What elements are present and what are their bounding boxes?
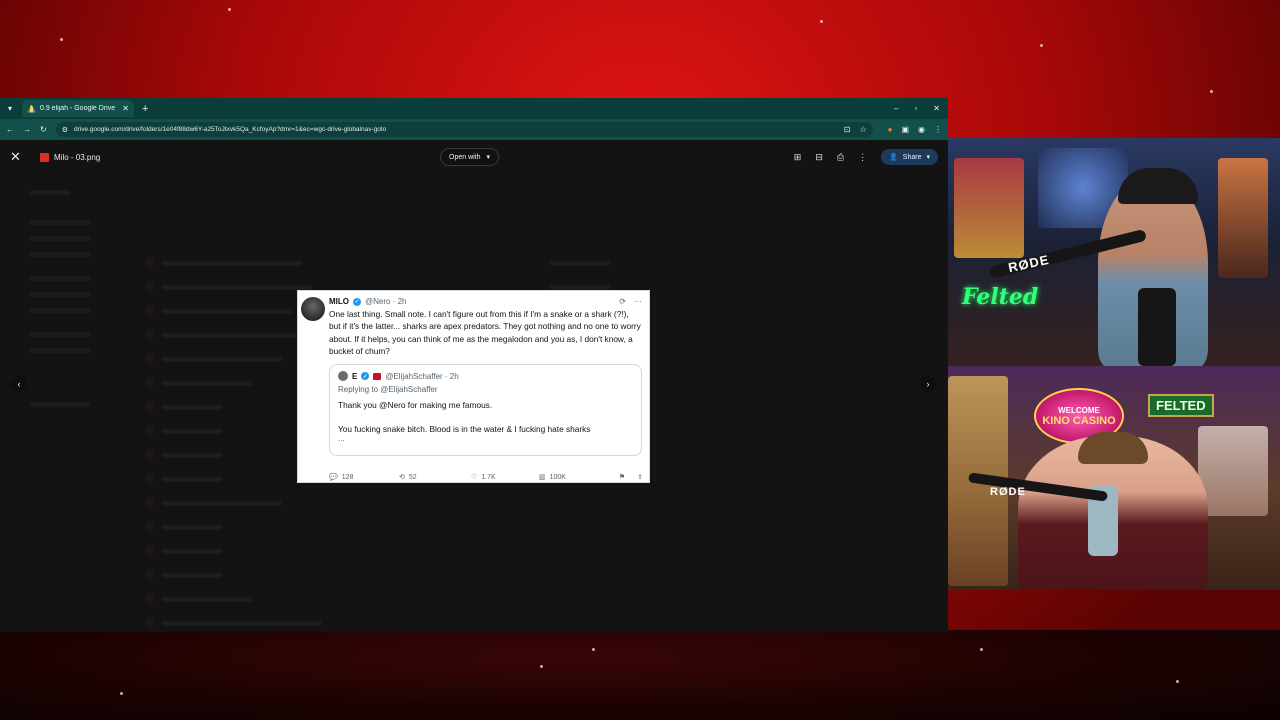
tweet-author-name: MILO — [329, 297, 349, 306]
share-people-icon: 👤 — [889, 154, 898, 161]
tweet-author-handle: @Nero · 2h — [365, 297, 407, 306]
sparkle — [540, 665, 543, 668]
site-info-icon[interactable]: ⚙ — [62, 126, 68, 134]
reply-icon: 💬 — [329, 474, 338, 481]
bookmark-star-icon[interactable]: ☆ — [859, 125, 866, 134]
grok-icon: ⟳ — [619, 297, 626, 306]
address-bar-row: ← → ↻ ⚙ drive.google.com/drive/folders/1… — [0, 119, 948, 140]
verified-badge-icon: ✓ — [361, 372, 370, 381]
felted-sign: FELTED — [1148, 394, 1214, 417]
tab-title: 0.9 elijah - Google Drive — [40, 105, 116, 112]
flag-icon — [373, 372, 382, 380]
reply-count: 128 — [341, 473, 354, 481]
add-comment-icon[interactable]: ⊟ — [815, 152, 823, 163]
quoted-text-line-2: You fucking snake bitch. Blood is in the… — [338, 424, 591, 435]
bookmark-icon: ⚑ — [618, 474, 626, 481]
repost-icon: ⟲ — [399, 474, 405, 481]
neon-felted-sign: Felted — [962, 284, 1039, 310]
open-with-label: Open with — [449, 153, 481, 161]
tab-strip: ▾ 0.9 elijah - Google Drive ✕ + – ▫ ✕ — [0, 98, 948, 119]
quoted-author-handle: @ElijahSchaffer · 2h — [385, 371, 459, 381]
share-icon: ⇪ — [637, 474, 643, 481]
share-dropdown-icon[interactable]: ▾ — [926, 153, 930, 161]
share-button[interactable]: 👤 Share ▾ — [881, 149, 938, 165]
mic-brand-label: RØDE — [990, 486, 1026, 498]
viewer-toolbar: ✕ Milo - 03.png Open with ▾ ⊞ ⊟ ⎙ ⋮ 👤 Sh… — [0, 140, 948, 174]
webcam-host-2: WELCOME KINO CASINO FELTED RØDE — [948, 366, 1280, 590]
quoted-text-line-1: Thank you @Nero for making me famous. — [338, 400, 493, 411]
sparkle — [980, 648, 983, 651]
more-icon: ··· — [634, 297, 642, 306]
cap — [1118, 168, 1198, 204]
install-app-icon[interactable]: ⊡ — [844, 125, 851, 134]
statue-decor — [1198, 426, 1268, 516]
quoted-text-ellipsis: ... — [338, 434, 345, 444]
avatar — [301, 297, 325, 321]
sparkle — [592, 648, 595, 651]
sign-main-text: KINO CASINO — [1042, 414, 1116, 427]
sign-welcome-text: WELCOME — [1058, 405, 1100, 415]
new-tab-button[interactable]: + — [142, 103, 148, 115]
like-count: 1.7K — [481, 473, 496, 481]
microphone — [1138, 288, 1176, 366]
tweet-image: MILO ✓ @Nero · 2h ⟳ ··· One last thing. … — [297, 290, 650, 483]
close-viewer-button[interactable]: ✕ — [10, 149, 24, 165]
quoted-author-name: E — [352, 371, 358, 381]
replying-to: Replying to @ElijahSchaffer — [338, 385, 438, 395]
more-options-icon[interactable]: ⋮ — [858, 152, 867, 163]
reload-icon[interactable]: ↻ — [40, 125, 47, 134]
extension-icon[interactable]: ● — [888, 125, 893, 134]
like-icon: ♡ — [471, 474, 478, 481]
view-count: 100K — [549, 473, 566, 481]
quoted-tweet: E ✓ @ElijahSchaffer · 2h Replying to @El… — [329, 364, 642, 457]
repost-count: 52 — [408, 473, 417, 481]
add-to-folder-icon[interactable]: ⊞ — [794, 152, 802, 163]
profile-avatar-icon[interactable]: ◉ — [918, 125, 925, 134]
tab-close-icon[interactable]: ✕ — [122, 104, 129, 113]
image-file-icon — [40, 152, 49, 162]
restore-button[interactable]: ▫ — [914, 104, 917, 113]
stream-backdrop-bottom — [0, 630, 1280, 720]
open-with-button[interactable]: Open with ▾ — [440, 148, 500, 166]
hair — [1078, 432, 1148, 464]
sparkle — [120, 692, 123, 695]
print-icon[interactable]: ⎙ — [837, 152, 844, 163]
file-name: Milo - 03.png — [54, 152, 101, 162]
minimize-button[interactable]: – — [894, 104, 898, 113]
chevron-down-icon: ▾ — [486, 154, 491, 161]
webcam-host-1: Felted RØDE — [948, 138, 1280, 366]
tower-decor — [1218, 158, 1268, 278]
tweet-stats-bar: 💬 128 ⟲ 52 ♡ 1.7K ▥ 100K ⚑ ⇪ — [329, 473, 643, 482]
browser-tab-drive[interactable]: 0.9 elijah - Google Drive ✕ — [22, 100, 134, 117]
sparkle — [1176, 680, 1179, 683]
next-file-button[interactable]: › — [920, 376, 936, 392]
tweet-header: MILO ✓ @Nero · 2h ⟳ ··· — [308, 297, 642, 306]
close-window-button[interactable]: ✕ — [933, 104, 940, 113]
previous-file-button[interactable]: ‹ — [11, 376, 27, 392]
google-drive-icon — [27, 104, 36, 113]
extensions-puzzle-icon[interactable]: ▣ — [901, 125, 909, 134]
views-icon: ▥ — [539, 474, 546, 481]
sparkle — [228, 8, 231, 11]
url-text[interactable]: drive.google.com/drive/folders/1e04f88dw… — [74, 126, 838, 133]
omnibox[interactable]: ⚙ drive.google.com/drive/folders/1e04f88… — [55, 122, 873, 137]
avatar — [338, 371, 348, 382]
sparkle — [1040, 44, 1043, 47]
sparkle — [820, 20, 823, 23]
tweet-text: One last thing. Small note. I can't figu… — [329, 309, 641, 356]
sparkle — [1210, 90, 1213, 93]
browser-menu-icon[interactable]: ⋮ — [934, 125, 942, 134]
window-controls: – ▫ ✕ — [894, 104, 948, 113]
back-icon[interactable]: ← — [6, 125, 14, 134]
tab-search-icon[interactable]: ▾ — [4, 103, 16, 115]
sparkle — [60, 38, 63, 41]
share-label: Share — [902, 153, 922, 161]
forward-icon[interactable]: → — [23, 125, 31, 134]
arcade-machine — [954, 158, 1024, 258]
verified-badge-icon: ✓ — [353, 297, 361, 306]
